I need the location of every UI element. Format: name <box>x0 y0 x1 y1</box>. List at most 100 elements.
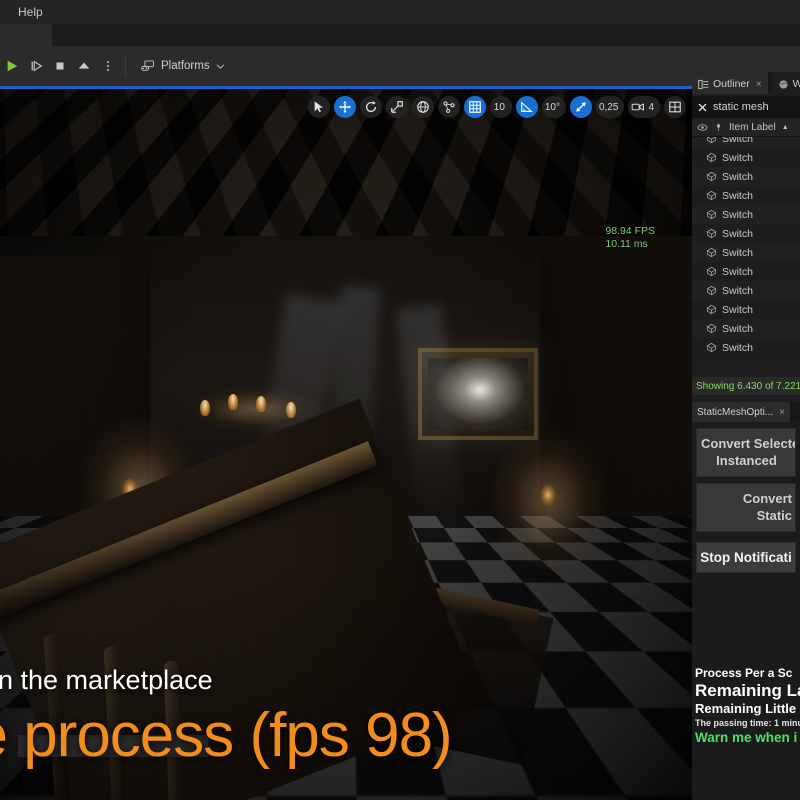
outliner-column-header: Item Label ▲ <box>692 119 800 137</box>
tab-outliner[interactable]: Outliner × <box>692 72 768 94</box>
angle-icon[interactable] <box>515 96 538 118</box>
list-item[interactable]: Switch <box>692 205 800 224</box>
convert-selected-line2: Instanced <box>716 453 777 468</box>
outliner-column-item-label[interactable]: Item Label <box>729 122 776 133</box>
scale-snap-value[interactable]: 0,25 <box>595 96 625 118</box>
list-item-label: Switch <box>722 189 753 202</box>
convert-static-line2: Static <box>756 508 792 523</box>
static-mesh-icon <box>706 171 717 182</box>
notification-passing-time: The passing time: 1 minu <box>695 718 800 728</box>
play-controls-group <box>0 46 120 86</box>
tab-world-settings-label: W <box>792 78 800 90</box>
static-mesh-icon <box>706 304 717 315</box>
list-item-label: Switch <box>722 151 753 164</box>
fps-stats-overlay: 98.94 FPS 10.11 ms <box>605 225 655 251</box>
list-item-label: Switch <box>722 322 753 335</box>
eye-icon[interactable] <box>697 122 708 133</box>
frametime-value: 10.11 ms <box>605 238 648 250</box>
outliner-icon <box>698 79 709 89</box>
outliner-status-bar: Showing 6.430 of 7.221 <box>692 377 800 395</box>
tab-outliner-close-icon[interactable]: × <box>756 79 762 90</box>
list-item[interactable]: Switch <box>692 148 800 167</box>
outliner-list[interactable]: Switch Switch Switch Switch Switch Switc… <box>692 137 800 377</box>
pin-icon[interactable] <box>714 122 723 133</box>
toolbar-active-tab[interactable] <box>0 24 52 46</box>
caption-white: in the marketplace <box>0 665 213 695</box>
right-dock-panel: Outliner × W static mesh Item Label ▲ Sw… <box>692 72 800 800</box>
static-mesh-icon <box>706 323 717 334</box>
list-item[interactable]: Switch <box>692 167 800 186</box>
platforms-label: Platforms <box>161 60 210 72</box>
stop-button[interactable] <box>48 51 72 81</box>
platforms-button[interactable]: Platforms <box>131 51 235 81</box>
list-item-label: Switch <box>722 170 753 183</box>
sort-ascending-icon[interactable]: ▲ <box>782 124 789 131</box>
list-item[interactable]: Switch <box>692 338 800 357</box>
stop-notification-button[interactable]: Stop Notificati <box>696 542 796 573</box>
list-item[interactable]: Switch <box>692 137 800 148</box>
grid-icon[interactable] <box>463 96 486 118</box>
convert-selected-to-instanced-button[interactable]: Convert Selecte Instanced <box>696 428 796 477</box>
static-mesh-icon <box>706 152 717 163</box>
grid-snap-value[interactable]: 10 <box>489 96 512 118</box>
fps-value: 98.94 FPS <box>605 225 655 237</box>
convert-static-line1: Convert <box>742 491 792 506</box>
list-item[interactable]: Switch <box>692 243 800 262</box>
select-arrow-icon[interactable] <box>307 96 330 118</box>
scale-gizmo-icon[interactable] <box>385 96 408 118</box>
camera-speed-control[interactable]: 4 <box>628 96 660 118</box>
scale-snap-value-label: 0,25 <box>598 101 619 113</box>
angle-snap-value[interactable]: 10° <box>541 96 566 118</box>
notification-warn-me[interactable]: Warn me when i <box>695 729 800 746</box>
list-item[interactable]: Switch <box>692 319 800 338</box>
list-item-label: Switch <box>722 208 753 221</box>
menu-item-clipped[interactable]: r <box>0 0 9 24</box>
move-gizmo-icon[interactable] <box>333 96 356 118</box>
static-mesh-icon <box>706 285 717 296</box>
toolbar-row: Platforms <box>0 46 800 86</box>
list-item[interactable]: Switch <box>692 262 800 281</box>
outliner-search-input[interactable]: static mesh <box>692 96 800 118</box>
surface-snap-icon[interactable] <box>437 96 460 118</box>
camera-icon <box>632 103 645 111</box>
list-item-label: Switch <box>722 341 753 354</box>
main-toolbar: Platforms <box>0 24 800 86</box>
viewport-toolbar: 10 10° 0,25 4 <box>307 94 686 120</box>
list-item[interactable]: Switch <box>692 186 800 205</box>
caption-orange: ne process (fps 98) <box>0 701 453 770</box>
camera-speed-value: 4 <box>648 101 654 113</box>
play-button[interactable] <box>0 51 24 81</box>
list-item[interactable]: Switch <box>692 224 800 243</box>
tab-static-mesh-optimizer-close-icon[interactable]: × <box>779 407 785 418</box>
optimizer-tab-strip: StaticMeshOpti... × <box>692 402 800 422</box>
static-mesh-icon <box>706 247 717 258</box>
tab-world-settings[interactable]: W <box>771 72 800 94</box>
static-mesh-icon <box>706 209 717 220</box>
static-mesh-icon <box>706 342 717 353</box>
tab-static-mesh-optimizer[interactable]: StaticMeshOpti... × <box>692 402 790 422</box>
list-item-label: Switch <box>722 227 753 240</box>
clear-x-icon[interactable] <box>697 102 708 113</box>
tab-static-mesh-optimizer-label: StaticMeshOpti... <box>697 406 774 418</box>
eject-button[interactable] <box>72 51 96 81</box>
globe-icon[interactable] <box>411 96 434 118</box>
menu-item-help[interactable]: Help <box>9 0 52 24</box>
viewport-layout-icon[interactable] <box>664 96 686 118</box>
static-mesh-icon <box>706 190 717 201</box>
list-item[interactable]: Switch <box>692 300 800 319</box>
list-item-label: Switch <box>722 137 753 145</box>
list-item-label: Switch <box>722 303 753 316</box>
list-item-label: Switch <box>722 284 753 297</box>
angle-snap-value-label: 10° <box>544 101 560 113</box>
viewport-active-accent <box>0 86 692 89</box>
more-options-button[interactable] <box>96 51 120 81</box>
convert-to-static-button[interactable]: Convert Static <box>696 483 796 532</box>
list-item[interactable]: Switch <box>692 281 800 300</box>
scale-snap-icon[interactable] <box>569 96 592 118</box>
optimizer-panel-body: Convert Selecte Instanced Convert Static… <box>692 422 800 800</box>
tab-outliner-label: Outliner <box>713 78 750 90</box>
static-mesh-icon <box>706 266 717 277</box>
rotate-gizmo-icon[interactable] <box>359 96 382 118</box>
list-item-label: Switch <box>722 246 753 259</box>
step-forward-button[interactable] <box>24 51 48 81</box>
